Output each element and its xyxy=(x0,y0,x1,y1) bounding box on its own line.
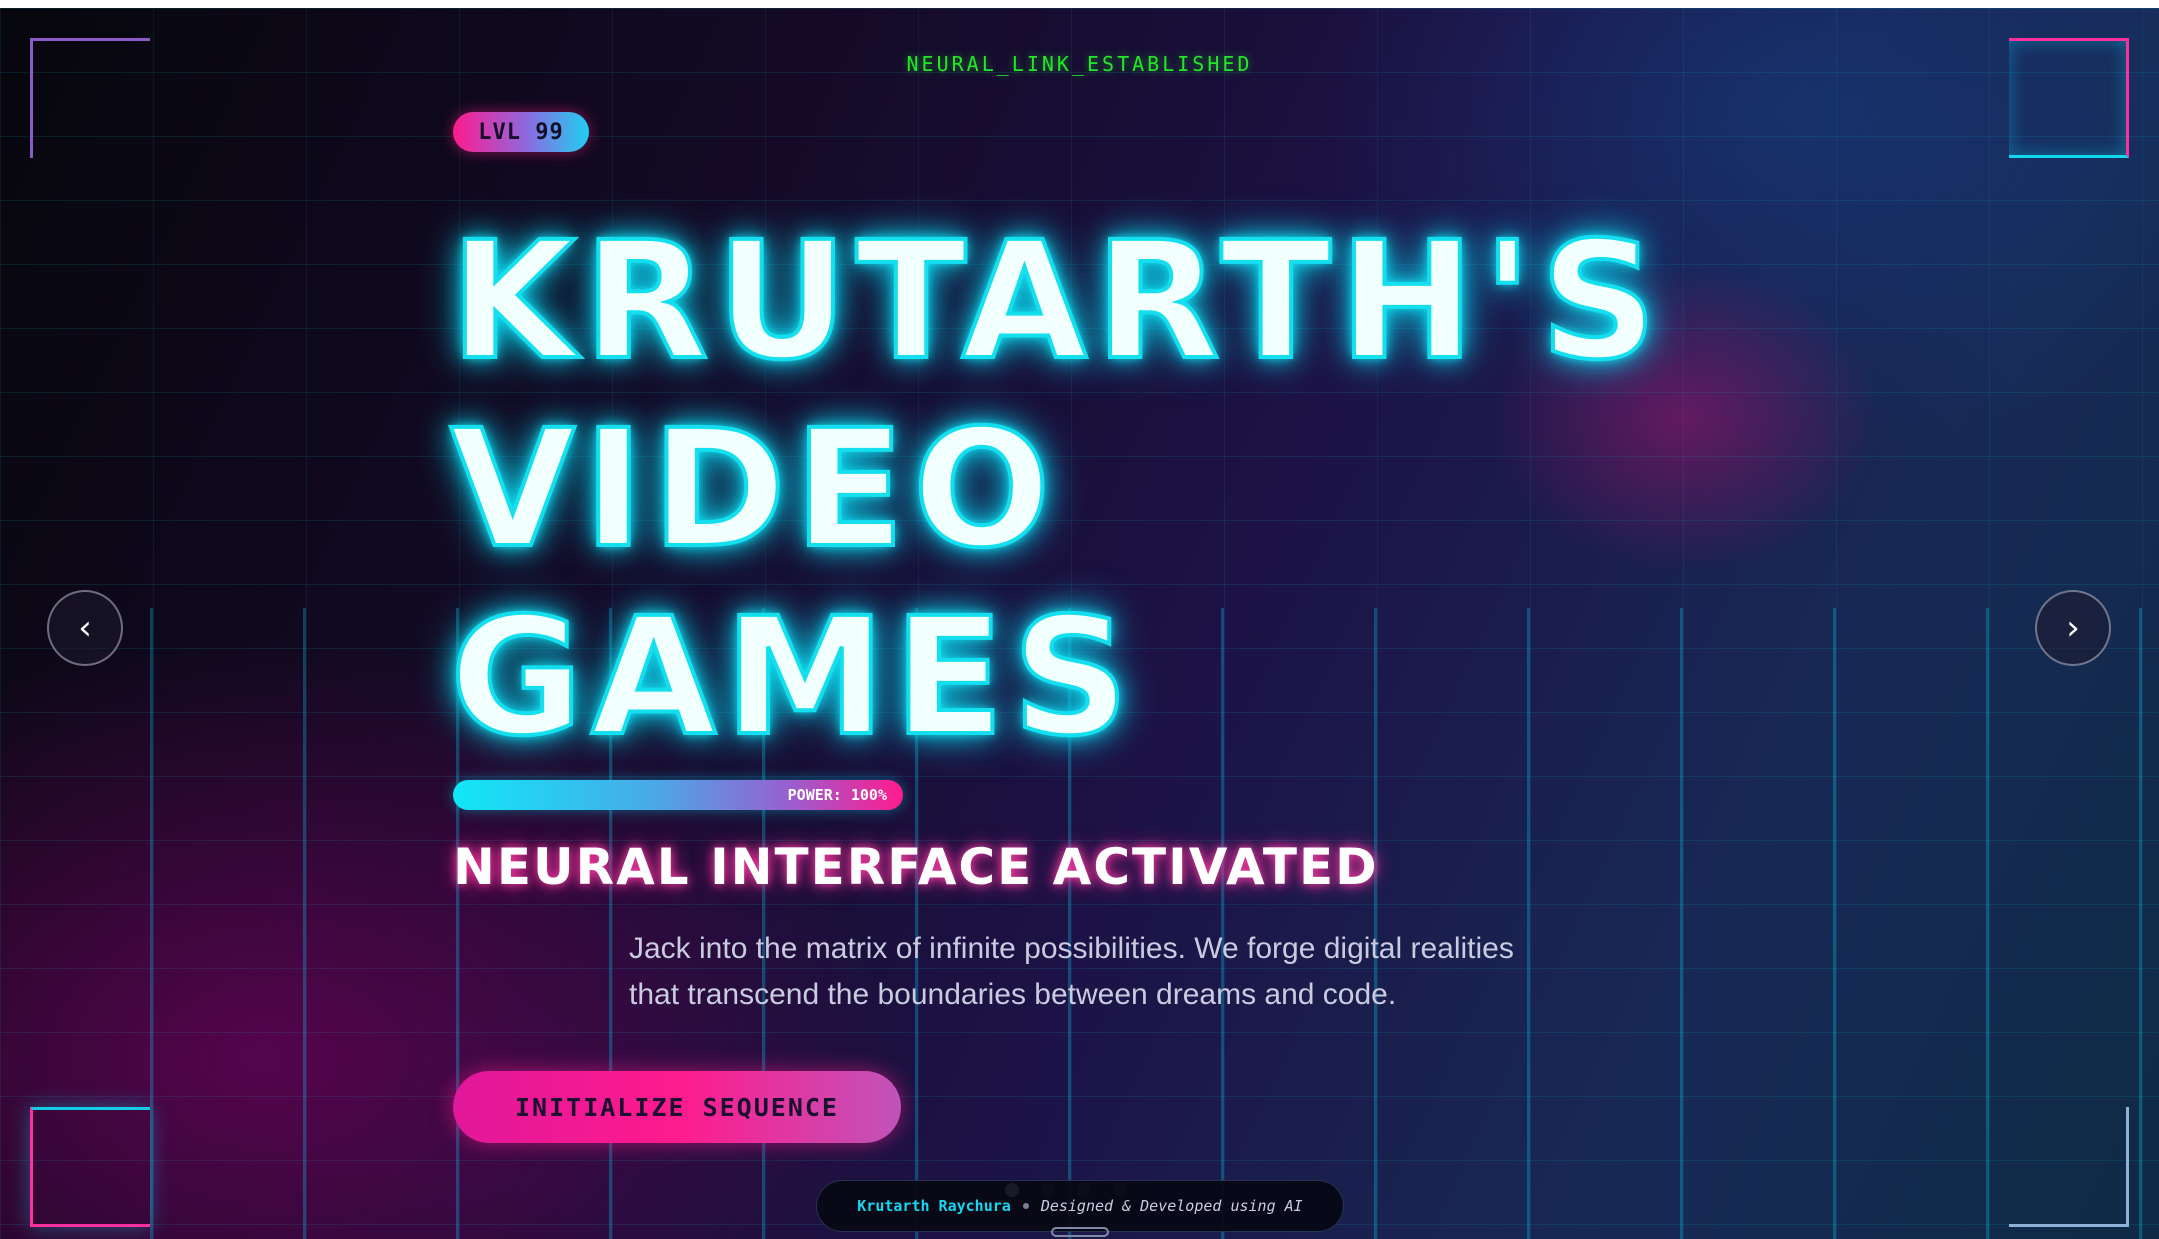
footer-credit-text: Designed & Developed using AI xyxy=(1040,1197,1303,1215)
chevron-left-icon: ‹ xyxy=(78,608,92,648)
footer-credit-pill: Krutarth Raychura Designed & Developed u… xyxy=(816,1180,1344,1232)
footer-handle[interactable] xyxy=(1051,1227,1109,1237)
chevron-right-icon: › xyxy=(2066,608,2080,648)
hero-title-line: VIDEO xyxy=(448,394,1059,586)
hero-subtitle: NEURAL INTERFACE ACTIVATED xyxy=(453,838,1379,896)
footer-author-name: Krutarth Raychura xyxy=(857,1197,1011,1215)
initialize-sequence-button[interactable]: INITIALIZE SEQUENCE xyxy=(453,1071,901,1143)
corner-frame-bottom-right xyxy=(2009,1107,2129,1227)
hero-title: KRUTARTH'S VIDEO GAMES xyxy=(448,206,1850,774)
status-text: NEURAL_LINK_ESTABLISHED xyxy=(906,52,1253,76)
carousel-prev-button[interactable]: ‹ xyxy=(47,590,123,666)
power-label: POWER: 100% xyxy=(787,786,887,804)
power-bar: POWER: 100% xyxy=(453,780,903,810)
carousel-next-button[interactable]: › xyxy=(2035,590,2111,666)
footer-separator-dot xyxy=(1022,1203,1029,1209)
level-badge: LVL 99 xyxy=(453,112,589,152)
hero-description: Jack into the matrix of infinite possibi… xyxy=(629,932,1514,1011)
hero-title-line: KRUTARTH'S xyxy=(448,206,1665,398)
hero-title-line: GAMES xyxy=(448,582,1137,774)
hero-section: NEURAL_LINK_ESTABLISHED LVL 99 KRUTARTH'… xyxy=(0,8,2159,1239)
corner-frame-bottom-left xyxy=(30,1107,150,1227)
